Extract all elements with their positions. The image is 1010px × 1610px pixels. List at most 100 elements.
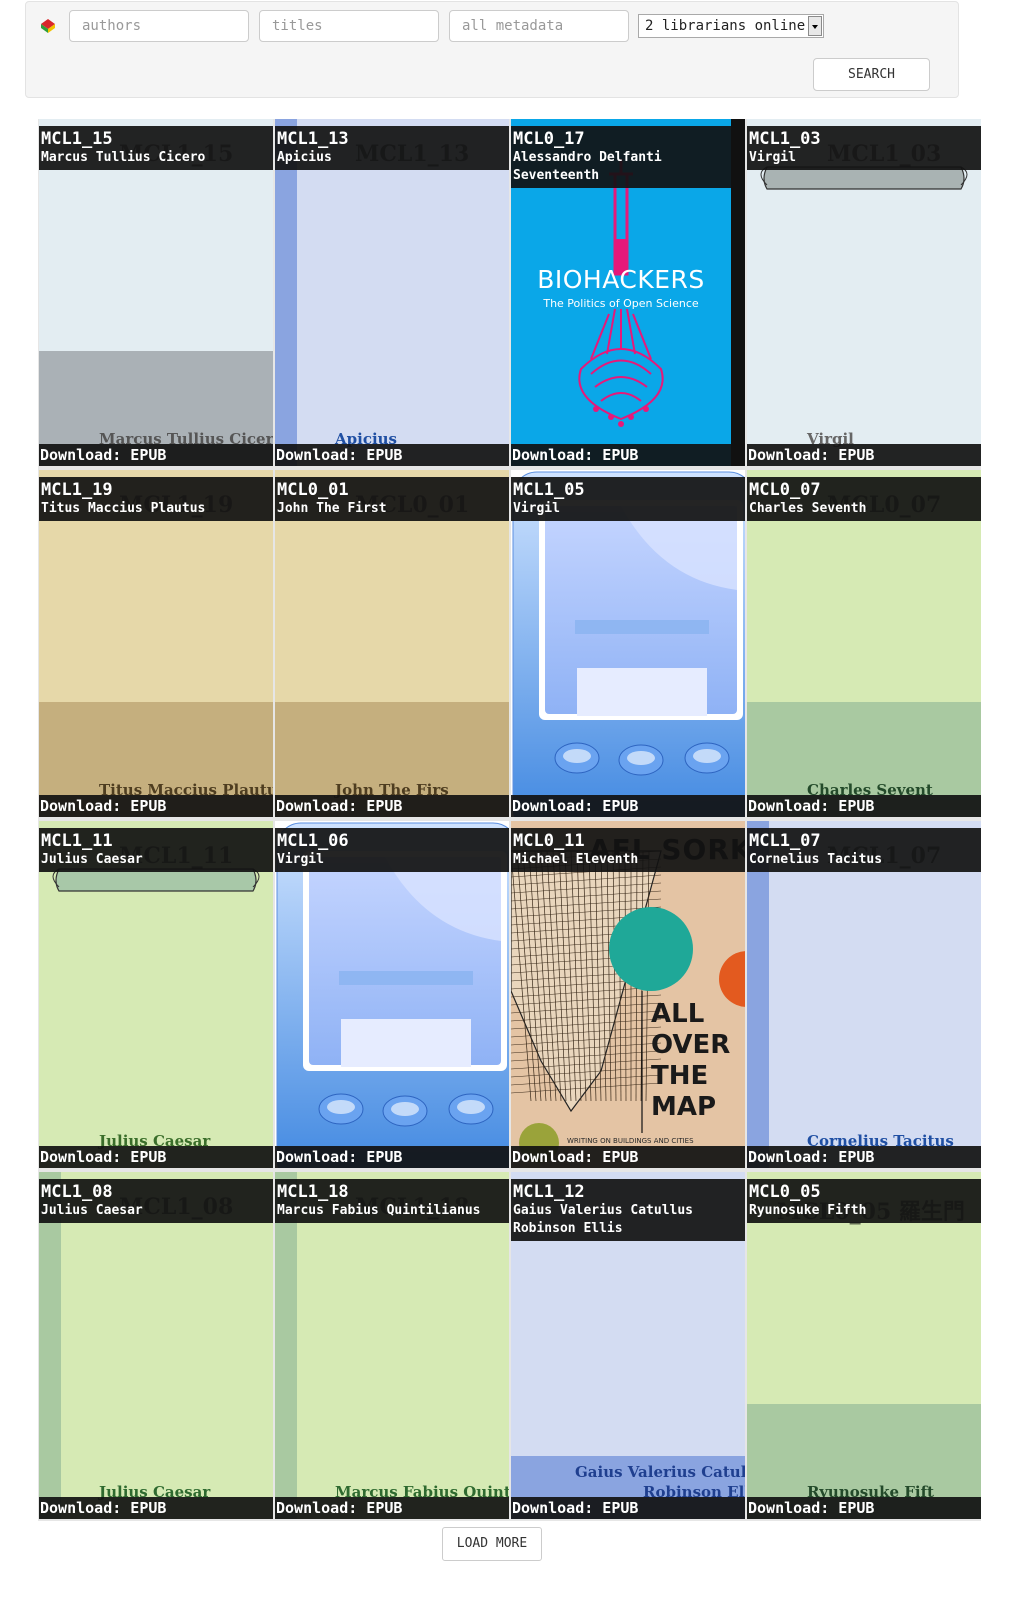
book-card[interactable]: MCL1_08Julius CaesarMCL1_08Julius Caesar… xyxy=(39,1172,273,1519)
book-info-overlay: MCL1_05 Virgil xyxy=(511,477,745,521)
download-epub-link[interactable]: Download: EPUB xyxy=(275,1146,509,1168)
book-card[interactable]: AEL SORKINALL OVER THE MAPWRITING ON BUI… xyxy=(511,821,745,1168)
book-card[interactable]: MCL1_15Marcus Tullius CicerMCL1_15Marcus… xyxy=(39,119,273,466)
book-info-overlay: MCL1_11 Julius Caesar xyxy=(39,828,273,872)
device-illustration-icon xyxy=(276,822,509,1168)
download-epub-link[interactable]: Download: EPUB xyxy=(747,795,981,817)
book-code: MCL1_15 xyxy=(41,129,113,149)
book-author: Titus Maccius Plautus xyxy=(41,501,206,516)
book-code: MCL0_05 xyxy=(749,1182,821,1202)
book-info-overlay: MCL0_07 Charles Seventh xyxy=(747,477,981,521)
book-card[interactable]: MCL1_05 Virgil Download: EPUB xyxy=(511,470,745,817)
book-card[interactable]: MCL1_11Julius CaesarMCL1_11Julius Caesar… xyxy=(39,821,273,1168)
book-author: Alessandro Delfanti Seventeenth xyxy=(513,150,662,183)
book-card[interactable]: MCL0_01John The FirsMCL0_01John The Firs… xyxy=(275,470,509,817)
search-panel: 2 librarians online SEARCH xyxy=(25,1,959,98)
download-epub-link[interactable]: Download: EPUB xyxy=(39,795,273,817)
book-cover: AEL SORKINALL OVER THE MAPWRITING ON BUI… xyxy=(511,821,745,1168)
book-card[interactable]: MCL1_03VirgilMCL1_03Virgil Download: EPUB xyxy=(747,119,981,466)
book-author: Michael Eleventh xyxy=(513,852,639,867)
book-info-overlay: MCL0_11 Michael Eleventh xyxy=(511,828,745,872)
book-author: Virgil xyxy=(513,501,560,516)
book-author: Julius Caesar xyxy=(41,852,143,867)
book-cover: MCL0_01John The Firs xyxy=(275,470,509,817)
download-epub-link[interactable]: Download: EPUB xyxy=(275,1497,509,1519)
book-info-overlay: MCL0_01 John The First xyxy=(275,477,509,521)
book-code: MCL1_05 xyxy=(513,480,585,500)
download-epub-link[interactable]: Download: EPUB xyxy=(511,1497,745,1519)
cover-stripe xyxy=(747,821,769,1168)
book-cover: MCL0_07Charles Sevent xyxy=(747,470,981,817)
book-cover: MCL1_15Marcus Tullius Cicer xyxy=(39,119,273,466)
book-cover: MCL1_03Virgil xyxy=(747,119,981,466)
book-info-overlay: MCL1_19 Titus Maccius Plautus xyxy=(39,477,273,521)
cover-stripe xyxy=(275,119,297,466)
load-more-button[interactable]: LOAD MORE xyxy=(442,1527,542,1561)
metadata-input[interactable] xyxy=(449,10,629,42)
book-card[interactable]: MCL1_13ApiciusMCL1_13Apicius Download: EP… xyxy=(275,119,509,466)
download-epub-link[interactable]: Download: EPUB xyxy=(275,444,509,466)
book-author: Marcus Fabius Quintilianus xyxy=(277,1203,481,1218)
download-epub-link[interactable]: Download: EPUB xyxy=(511,795,745,817)
book-author: Virgil xyxy=(277,852,324,867)
book-card[interactable]: Gaius Valerius Catullu Robinson Elli MCL1_… xyxy=(511,1172,745,1519)
search-button[interactable]: SEARCH xyxy=(813,58,930,91)
cover-ghost-author: Gaius Valerius Catullu xyxy=(575,1463,745,1481)
cover-subtitle: WRITING ON BUILDINGS AND CITIES xyxy=(567,1137,694,1145)
book-author: Ryunosuke Fifth xyxy=(749,1203,867,1218)
download-epub-link[interactable]: Download: EPUB xyxy=(39,1497,273,1519)
chevron-down-icon xyxy=(808,16,822,36)
book-card[interactable]: MCL1_19Titus Maccius PlautuMCL1_19Titus … xyxy=(39,470,273,817)
download-epub-link[interactable]: Download: EPUB xyxy=(747,1497,981,1519)
book-info-overlay: MCL1_18 Marcus Fabius Quintilianus xyxy=(275,1179,509,1223)
cover-stripe xyxy=(275,1172,297,1519)
book-card[interactable]: MCL0_07Charles SeventMCL0_07Charles Seve… xyxy=(747,470,981,817)
book-cover: MCL1_13Apicius xyxy=(275,119,509,466)
book-code: MCL0_01 xyxy=(277,480,349,500)
book-info-overlay: MCL1_08 Julius Caesar xyxy=(39,1179,273,1223)
book-info-overlay: MCL1_03 Virgil xyxy=(747,126,981,170)
librarians-select[interactable]: 2 librarians online xyxy=(638,14,824,38)
book-code: MCL1_06 xyxy=(277,831,349,851)
authors-input[interactable] xyxy=(69,10,249,42)
book-code: MCL0_07 xyxy=(749,480,821,500)
book-grid: MCL1_15Marcus Tullius CicerMCL1_15Marcus… xyxy=(38,119,981,1521)
book-cover: MCL1_18Marcus Fabius Quintilianus xyxy=(275,1172,509,1519)
device-illustration-icon xyxy=(512,471,745,817)
titles-input[interactable] xyxy=(259,10,439,42)
book-cover: MCL0_05 羅生門Ryunosuke Fift xyxy=(747,1172,981,1519)
download-epub-link[interactable]: Download: EPUB xyxy=(511,444,745,466)
book-cover: MCL1_11Julius Caesar xyxy=(39,821,273,1168)
book-author: Charles Seventh xyxy=(749,501,867,516)
book-cover: MCL1_08Julius Caesar xyxy=(39,1172,273,1519)
book-info-overlay: MCL1_12 Gaius Valerius Catullus Robinson … xyxy=(511,1179,745,1241)
book-code: MCL1_07 xyxy=(749,831,821,851)
book-author: Virgil xyxy=(749,150,796,165)
download-epub-link[interactable]: Download: EPUB xyxy=(747,444,981,466)
cover-subtitle: The Politics of Open Science xyxy=(543,297,699,310)
book-code: MCL0_11 xyxy=(513,831,585,851)
book-info-overlay: MCL1_06 Virgil xyxy=(275,828,509,872)
book-card[interactable]: MCL0_05 羅生門Ryunosuke FiftMCL0_05Ryunosuk… xyxy=(747,1172,981,1519)
cover-stripe xyxy=(39,1172,61,1519)
book-author: John The First xyxy=(277,501,387,516)
book-code: MCL1_03 xyxy=(749,129,821,149)
download-epub-link[interactable]: Download: EPUB xyxy=(39,444,273,466)
book-card[interactable]: MCL1_06 Virgil Download: EPUB xyxy=(275,821,509,1168)
book-code: MCL1_18 xyxy=(277,1182,349,1202)
book-card[interactable]: MCL1_07Cornelius TacitusMCL1_07Cornelius… xyxy=(747,821,981,1168)
book-code: MCL1_19 xyxy=(41,480,113,500)
librarians-select-value: 2 librarians online xyxy=(645,18,806,34)
book-author: Apicius xyxy=(277,150,332,165)
download-epub-link[interactable]: Download: EPUB xyxy=(275,795,509,817)
book-card[interactable]: BIOHACKERS The Politics of Open Science MC… xyxy=(511,119,745,466)
download-epub-link[interactable]: Download: EPUB xyxy=(39,1146,273,1168)
download-epub-link[interactable]: Download: EPUB xyxy=(511,1146,745,1168)
book-info-overlay: MCL1_13 Apicius xyxy=(275,126,509,170)
download-epub-link[interactable]: Download: EPUB xyxy=(747,1146,981,1168)
book-author: Marcus Tullius Cicero xyxy=(41,150,206,165)
cover-title: BIOHACKERS xyxy=(537,265,705,294)
book-code: MCL1_13 xyxy=(277,129,349,149)
book-cover xyxy=(275,821,509,1168)
book-card[interactable]: MCL1_18Marcus Fabius QuintilianusMCL1_18… xyxy=(275,1172,509,1519)
